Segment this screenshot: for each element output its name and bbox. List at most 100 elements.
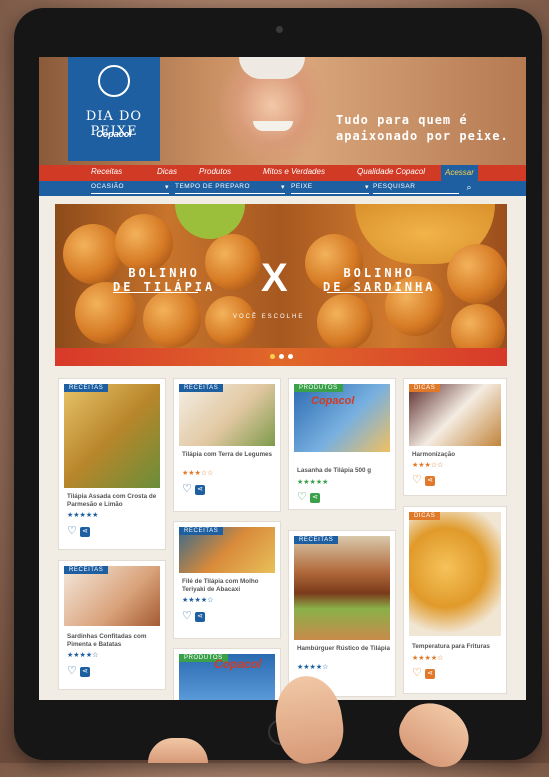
prep-time-select[interactable]: TEMPO DE PREPARO ▾ bbox=[175, 183, 285, 194]
carousel-dot-3[interactable] bbox=[288, 354, 293, 359]
share-icon[interactable]: ⋖ bbox=[425, 476, 435, 486]
card-title: Tilápia com Terra de Legumes bbox=[182, 451, 273, 458]
carousel-dot-2[interactable] bbox=[279, 354, 284, 359]
share-icon[interactable]: ⋖ bbox=[310, 493, 320, 503]
card-temperatura-frituras[interactable]: DICAS Temperatura para Frituras ★★★★☆ ♡ … bbox=[404, 507, 506, 693]
prep-time-label: TEMPO DE PREPARO bbox=[175, 183, 251, 190]
fish-logo-icon bbox=[98, 65, 130, 97]
recipe-image bbox=[64, 384, 160, 488]
banner-divider bbox=[113, 292, 198, 293]
card-title: Temperatura para Frituras bbox=[412, 643, 490, 650]
nav-qualidade[interactable]: Qualidade Copacol bbox=[357, 167, 425, 176]
banner-right-title: BOLINHO DE SARDINHA bbox=[323, 266, 435, 294]
logo-brand: Copacol bbox=[96, 129, 132, 139]
main-nav: Receitas Dicas Produtos Mitos e Verdades… bbox=[39, 165, 526, 181]
copacol-brand: Copacol bbox=[214, 657, 262, 671]
recipe-image bbox=[179, 384, 275, 446]
tablet-screen: DIA DO PEIXE Copacol Tudo para quem é ap… bbox=[39, 57, 526, 700]
fritter bbox=[205, 296, 255, 346]
nav-mitos-verdades[interactable]: Mitos e Verdades bbox=[263, 167, 325, 176]
nav-receitas[interactable]: Receitas bbox=[91, 167, 122, 176]
card-hamburguer-tilapia[interactable]: RECEITAS Hambúrguer Rústico de Tilápia ★… bbox=[289, 531, 395, 696]
card-harmonizacao[interactable]: DICAS Harmonização ★★★☆☆ ♡ ⋖ bbox=[404, 379, 506, 495]
rating-stars: ★★★☆☆ bbox=[182, 470, 214, 477]
search-input[interactable]: PESQUISAR bbox=[373, 183, 459, 194]
banner-versus: X bbox=[261, 256, 288, 300]
rating-stars: ★★★☆☆ bbox=[412, 462, 444, 469]
card-title: Filé de Tilápia com Molho Teriyaki de Ab… bbox=[182, 578, 259, 593]
fritter bbox=[447, 244, 507, 304]
fritter bbox=[143, 290, 201, 348]
card-badge: PRODUTOS bbox=[294, 384, 343, 392]
heart-icon[interactable]: ♡ bbox=[412, 473, 422, 486]
card-title: Harmonização bbox=[412, 451, 456, 458]
search-placeholder: PESQUISAR bbox=[373, 183, 416, 190]
share-icon[interactable]: ⋖ bbox=[195, 485, 205, 495]
hero-tagline: Tudo para quem é apaixonado por peixe. bbox=[336, 113, 509, 143]
hero-chef-photo bbox=[217, 57, 327, 165]
fritter bbox=[115, 214, 173, 272]
nav-produtos[interactable]: Produtos bbox=[199, 167, 231, 176]
card-badge: RECEITAS bbox=[179, 384, 224, 392]
chef-hair bbox=[239, 57, 305, 79]
card-badge: RECEITAS bbox=[294, 536, 339, 544]
card-file-teriyaki[interactable]: RECEITAS Filé de Tilápia com Molho Teriy… bbox=[174, 522, 280, 638]
carousel-dot-1[interactable] bbox=[270, 354, 275, 359]
recipe-image bbox=[294, 536, 390, 640]
carousel-bar bbox=[55, 348, 507, 366]
chevron-down-icon: ▾ bbox=[280, 184, 285, 191]
chef-mustache bbox=[253, 121, 293, 131]
rating-stars: ★★★★★ bbox=[297, 479, 329, 486]
share-icon[interactable]: ⋖ bbox=[80, 667, 90, 677]
occasion-select[interactable]: OCASIÃO ▾ bbox=[91, 183, 169, 194]
hero-header: DIA DO PEIXE Copacol Tudo para quem é ap… bbox=[39, 57, 526, 165]
occasion-label: OCASIÃO bbox=[91, 183, 125, 190]
banner-right-line1: BOLINHO bbox=[343, 266, 416, 280]
card-sardinhas-confitadas[interactable]: RECEITAS Sardinhas Confitadas com Piment… bbox=[59, 561, 165, 689]
nav-dicas[interactable]: Dicas bbox=[157, 167, 177, 176]
card-title: Tilápia Assada com Crosta de Parmesão e … bbox=[67, 493, 157, 508]
banner-left-line1: BOLINHO bbox=[128, 266, 200, 280]
rating-stars: ★★★★☆ bbox=[182, 597, 214, 604]
card-produto-copacol[interactable]: PRODUTOS Copacol bbox=[174, 649, 280, 700]
fish-label: PEIXE bbox=[291, 183, 313, 190]
front-camera bbox=[276, 26, 283, 33]
recipe-image bbox=[64, 566, 160, 626]
share-icon[interactable]: ⋖ bbox=[80, 527, 90, 537]
rating-stars: ★★★★☆ bbox=[412, 655, 444, 662]
card-badge: RECEITAS bbox=[64, 566, 109, 574]
heart-icon[interactable]: ♡ bbox=[67, 664, 77, 677]
rating-stars: ★★★★★ bbox=[67, 512, 99, 519]
heart-icon[interactable]: ♡ bbox=[182, 482, 192, 495]
heart-icon[interactable]: ♡ bbox=[182, 609, 192, 622]
fritter bbox=[317, 294, 373, 350]
card-title: Lasanha de Tilápia 500 g bbox=[297, 467, 372, 474]
site-logo[interactable]: DIA DO PEIXE Copacol bbox=[68, 57, 160, 161]
search-icon[interactable]: ⌕ bbox=[463, 182, 475, 194]
heart-icon[interactable]: ♡ bbox=[412, 666, 422, 679]
tip-image bbox=[409, 512, 501, 636]
filter-bar: OCASIÃO ▾ TEMPO DE PREPARO ▾ PEIXE ▾ PES… bbox=[39, 181, 526, 196]
card-tilapia-legumes[interactable]: RECEITAS Tilápia com Terra de Legumes ★★… bbox=[174, 379, 280, 511]
card-title: Hambúrguer Rústico de Tilápia bbox=[297, 645, 390, 652]
card-tilapia-assada[interactable]: RECEITAS Tilápia Assada com Crosta de Pa… bbox=[59, 379, 165, 549]
banner-left-title: BOLINHO DE TILÁPIA bbox=[113, 266, 215, 294]
banner-subtitle: VOCÊ ESCOLHE bbox=[233, 314, 305, 320]
card-lasanha-tilapia[interactable]: PRODUTOS Copacol Lasanha de Tilápia 500 … bbox=[289, 379, 395, 509]
fish-select[interactable]: PEIXE ▾ bbox=[291, 183, 369, 194]
heart-icon[interactable]: ♡ bbox=[67, 524, 77, 537]
rating-stars: ★★★★☆ bbox=[67, 652, 99, 659]
nav-acessar[interactable]: Acessar bbox=[441, 165, 478, 181]
tip-image bbox=[409, 384, 501, 446]
chevron-down-icon: ▾ bbox=[364, 184, 369, 191]
card-badge: RECEITAS bbox=[64, 384, 109, 392]
share-icon[interactable]: ⋖ bbox=[425, 669, 435, 679]
card-badge: DICAS bbox=[409, 512, 441, 520]
card-badge: DICAS bbox=[409, 384, 441, 392]
banner-divider bbox=[327, 292, 423, 293]
hero-banner[interactable]: BOLINHO DE TILÁPIA X BOLINHO DE SARDINHA… bbox=[55, 204, 507, 366]
heart-icon[interactable]: ♡ bbox=[297, 490, 307, 503]
share-icon[interactable]: ⋖ bbox=[195, 612, 205, 622]
card-badge: RECEITAS bbox=[179, 527, 224, 535]
chevron-down-icon: ▾ bbox=[164, 184, 169, 191]
